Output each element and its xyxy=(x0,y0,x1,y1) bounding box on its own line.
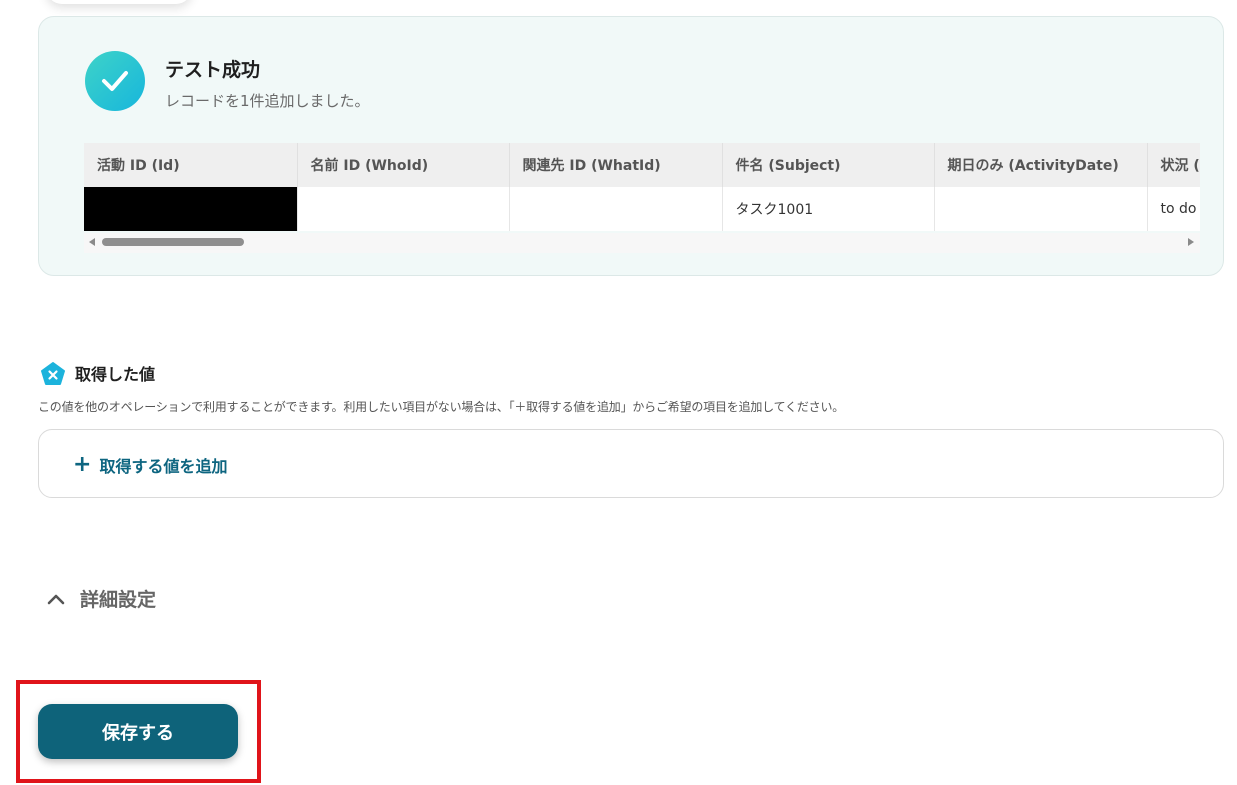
result-table: 活動 ID (Id) 名前 ID (WhoId) 関連先 ID (WhatId)… xyxy=(84,143,1200,231)
table-header-cell: 関連先 ID (WhatId) xyxy=(509,143,723,187)
redacted-cell xyxy=(84,187,298,231)
plus-icon: + xyxy=(73,452,92,477)
chevron-up-icon xyxy=(47,594,65,604)
save-button[interactable]: 保存する xyxy=(38,704,238,759)
table-cell: タスク1001 xyxy=(722,187,935,231)
test-success-card: テスト成功 レコードを1件追加しました。 活動 ID (Id) 名前 ID (W… xyxy=(38,16,1224,276)
scrollbar-thumb[interactable] xyxy=(102,238,244,246)
add-value-label: 取得する値を追加 xyxy=(99,457,228,476)
table-header-cell: 件名 (Subject) xyxy=(722,143,935,187)
add-value-button[interactable]: + 取得する値を追加 xyxy=(73,453,227,477)
acquired-values-box: + 取得する値を追加 xyxy=(38,429,1224,498)
success-title: テスト成功 xyxy=(165,59,261,81)
acquired-values-title: 取得した値 xyxy=(75,365,156,384)
table-header-row: 活動 ID (Id) 名前 ID (WhoId) 関連先 ID (WhatId)… xyxy=(84,143,1200,187)
acquired-values-description: この値を他のオペレーションで利用することができます。利用したい項目がない場合は、… xyxy=(38,400,845,414)
table-header-cell: 期日のみ (ActivityDate) xyxy=(934,143,1148,187)
table-header-cell: 名前 ID (WhoId) xyxy=(297,143,510,187)
table-header-cell: 状況 ( xyxy=(1147,143,1200,187)
scroll-right-icon[interactable] xyxy=(1188,238,1194,246)
table-header-cell: 活動 ID (Id) xyxy=(84,143,298,187)
advanced-settings-toggle[interactable]: 詳細設定 xyxy=(46,585,156,612)
scroll-left-icon[interactable] xyxy=(89,238,95,246)
table-cell: to do xyxy=(1147,187,1200,231)
table-cell xyxy=(934,187,1148,231)
success-message: レコードを1件追加しました。 xyxy=(165,92,370,110)
previous-card-edge xyxy=(46,0,192,4)
table-row: タスク1001 to do xyxy=(84,187,1200,231)
result-table-container[interactable]: 活動 ID (Id) 名前 ID (WhoId) 関連先 ID (WhatId)… xyxy=(84,143,1200,253)
table-cell xyxy=(297,187,510,231)
check-icon xyxy=(85,51,145,111)
advanced-settings-label: 詳細設定 xyxy=(80,589,157,611)
table-cell xyxy=(509,187,723,231)
horizontal-scrollbar[interactable] xyxy=(84,233,1200,253)
variable-icon xyxy=(40,361,66,387)
